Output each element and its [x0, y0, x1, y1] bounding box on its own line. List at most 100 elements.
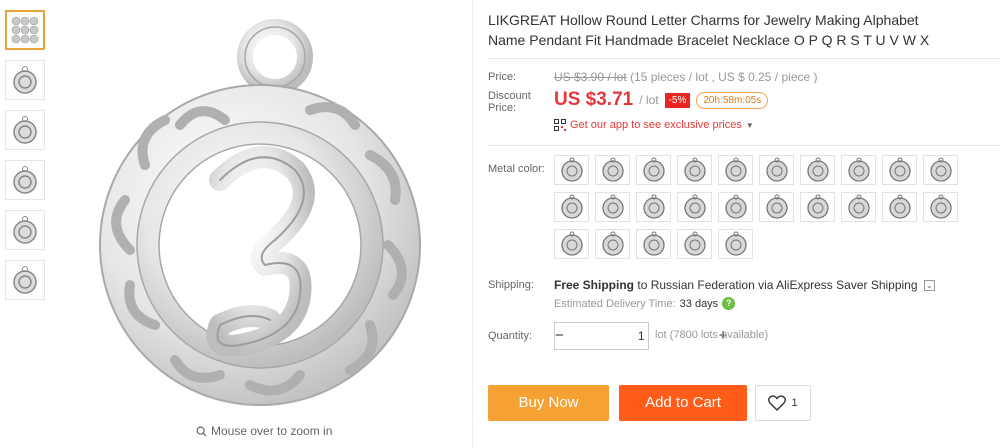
price-unit: / lot — [639, 93, 659, 107]
thumbnail-strip — [5, 10, 47, 310]
decrease-quantity-button[interactable]: − — [555, 323, 564, 349]
charm-swatch-image — [765, 194, 788, 219]
question-icon[interactable]: ? — [722, 297, 736, 310]
thumbnail-1[interactable] — [5, 10, 45, 50]
original-price: US $3.90 / lot — [554, 70, 627, 84]
color-swatch[interactable] — [554, 155, 589, 185]
color-swatch[interactable] — [677, 229, 712, 259]
charm-swatch-image — [806, 194, 829, 219]
charm-swatch-image — [642, 231, 665, 256]
charm-image — [13, 116, 37, 144]
discount-label-line1: Discount — [488, 90, 531, 102]
estimated-delivery-days: 33 days — [679, 297, 719, 310]
product-page: Mouse over to zoom in LIKGREAT Hollow Ro… — [0, 0, 1000, 448]
shipping-label: Shipping: — [488, 279, 534, 291]
free-shipping: Free Shipping — [554, 278, 635, 292]
discount-price-row: US $3.71 / lot -5% 20h:58m:05s — [554, 89, 769, 111]
charm-swatch-image — [560, 194, 583, 219]
charm-swatch-image — [683, 157, 706, 182]
metal-color-label: Metal color: — [488, 163, 545, 175]
thumbnail-3[interactable] — [5, 110, 45, 150]
magnifier-icon — [196, 426, 207, 437]
color-swatch[interactable] — [554, 192, 589, 222]
zoom-hint: Mouse over to zoom in — [196, 424, 332, 438]
charm-swatch-image — [929, 157, 952, 182]
color-swatch[interactable] — [800, 192, 835, 222]
charm-swatch-image — [560, 231, 583, 256]
discount-price-label: Discount Price: — [488, 90, 531, 114]
charm-swatch-image — [724, 157, 747, 182]
app-price-link[interactable]: Get our app to see exclusive prices ▼ — [554, 119, 754, 131]
app-link-text: Get our app to see exclusive prices — [570, 119, 742, 131]
zoom-hint-text: Mouse over to zoom in — [211, 424, 333, 438]
color-swatch[interactable] — [718, 155, 753, 185]
charm-swatch-image — [929, 194, 952, 219]
quantity-stepper: − + — [554, 322, 728, 350]
color-swatch[interactable] — [841, 155, 876, 185]
color-swatch[interactable] — [595, 192, 630, 222]
charm-swatch-image — [642, 194, 665, 219]
thumbnail-2[interactable] — [5, 60, 45, 100]
discount-badge: -5% — [664, 92, 691, 108]
shipping-info: Free Shipping to Russian Federation via … — [554, 278, 935, 292]
main-product-image[interactable] — [60, 0, 460, 420]
charm-pendant-image — [99, 19, 421, 406]
color-swatch[interactable] — [759, 192, 794, 222]
color-swatch[interactable] — [677, 192, 712, 222]
charm-swatch-image — [560, 157, 583, 182]
chevron-down-icon[interactable]: ⌄ — [923, 280, 935, 292]
color-swatch[interactable] — [636, 155, 671, 185]
color-swatch[interactable] — [882, 192, 917, 222]
discount-label-line2: Price: — [488, 102, 517, 114]
charm-swatch-image — [642, 157, 665, 182]
color-swatch[interactable] — [554, 229, 589, 259]
thumbnail-6[interactable] — [5, 260, 45, 300]
lot-details: (15 pieces / lot , US $ 0.25 / piece ) — [630, 70, 818, 84]
thumbnail-5[interactable] — [5, 210, 45, 250]
charm-swatch-image — [888, 157, 911, 182]
charm-swatch-image — [683, 231, 706, 256]
panel-divider — [472, 0, 473, 448]
color-swatch[interactable] — [759, 155, 794, 185]
heart-icon — [768, 395, 787, 411]
divider — [488, 58, 1000, 59]
color-swatch[interactable] — [636, 192, 671, 222]
product-title: LIKGREAT Hollow Round Letter Charms for … — [488, 12, 930, 48]
color-swatch[interactable] — [718, 192, 753, 222]
color-swatch[interactable] — [677, 155, 712, 185]
color-swatch[interactable] — [923, 155, 958, 185]
product-info-panel: LIKGREAT Hollow Round Letter Charms for … — [488, 0, 1000, 421]
charm-swatch-image — [724, 194, 747, 219]
quantity-label: Quantity: — [488, 330, 533, 342]
color-swatch[interactable] — [800, 155, 835, 185]
divider — [488, 145, 1000, 146]
charm-image — [13, 166, 37, 194]
color-swatch[interactable] — [923, 192, 958, 222]
estimated-delivery: Estimated Delivery Time: 33 days ? — [554, 297, 736, 310]
thumbnail-4[interactable] — [5, 160, 45, 200]
estimated-delivery-label: Estimated Delivery Time: — [554, 297, 676, 310]
color-swatch[interactable] — [718, 229, 753, 259]
charm-swatch-image — [683, 194, 706, 219]
charm-swatch-image — [601, 194, 624, 219]
charm-swatch-image — [888, 194, 911, 219]
quantity-availability: lot (7800 lots available) — [655, 329, 769, 341]
charm-swatch-image — [847, 157, 870, 182]
price-label: Price: — [488, 71, 517, 83]
caret-down-icon: ▼ — [745, 120, 754, 130]
wishlist-button[interactable]: 1 — [755, 385, 811, 421]
countdown-timer: 20h:58m:05s — [696, 91, 769, 109]
color-swatch[interactable] — [595, 155, 630, 185]
wishlist-count: 1 — [791, 397, 798, 409]
shipping-destination[interactable]: Russian Federation via AliExpress Saver … — [651, 278, 918, 292]
charm-swatch-image — [724, 231, 747, 256]
qr-code-icon — [554, 119, 566, 131]
color-swatch[interactable] — [636, 229, 671, 259]
buy-now-button[interactable]: Buy Now — [488, 385, 609, 421]
add-to-cart-button[interactable]: Add to Cart — [619, 385, 747, 421]
color-swatch[interactable] — [841, 192, 876, 222]
color-swatch[interactable] — [595, 229, 630, 259]
color-swatch[interactable] — [882, 155, 917, 185]
metal-color-options — [554, 155, 974, 259]
charm-image — [13, 266, 37, 294]
